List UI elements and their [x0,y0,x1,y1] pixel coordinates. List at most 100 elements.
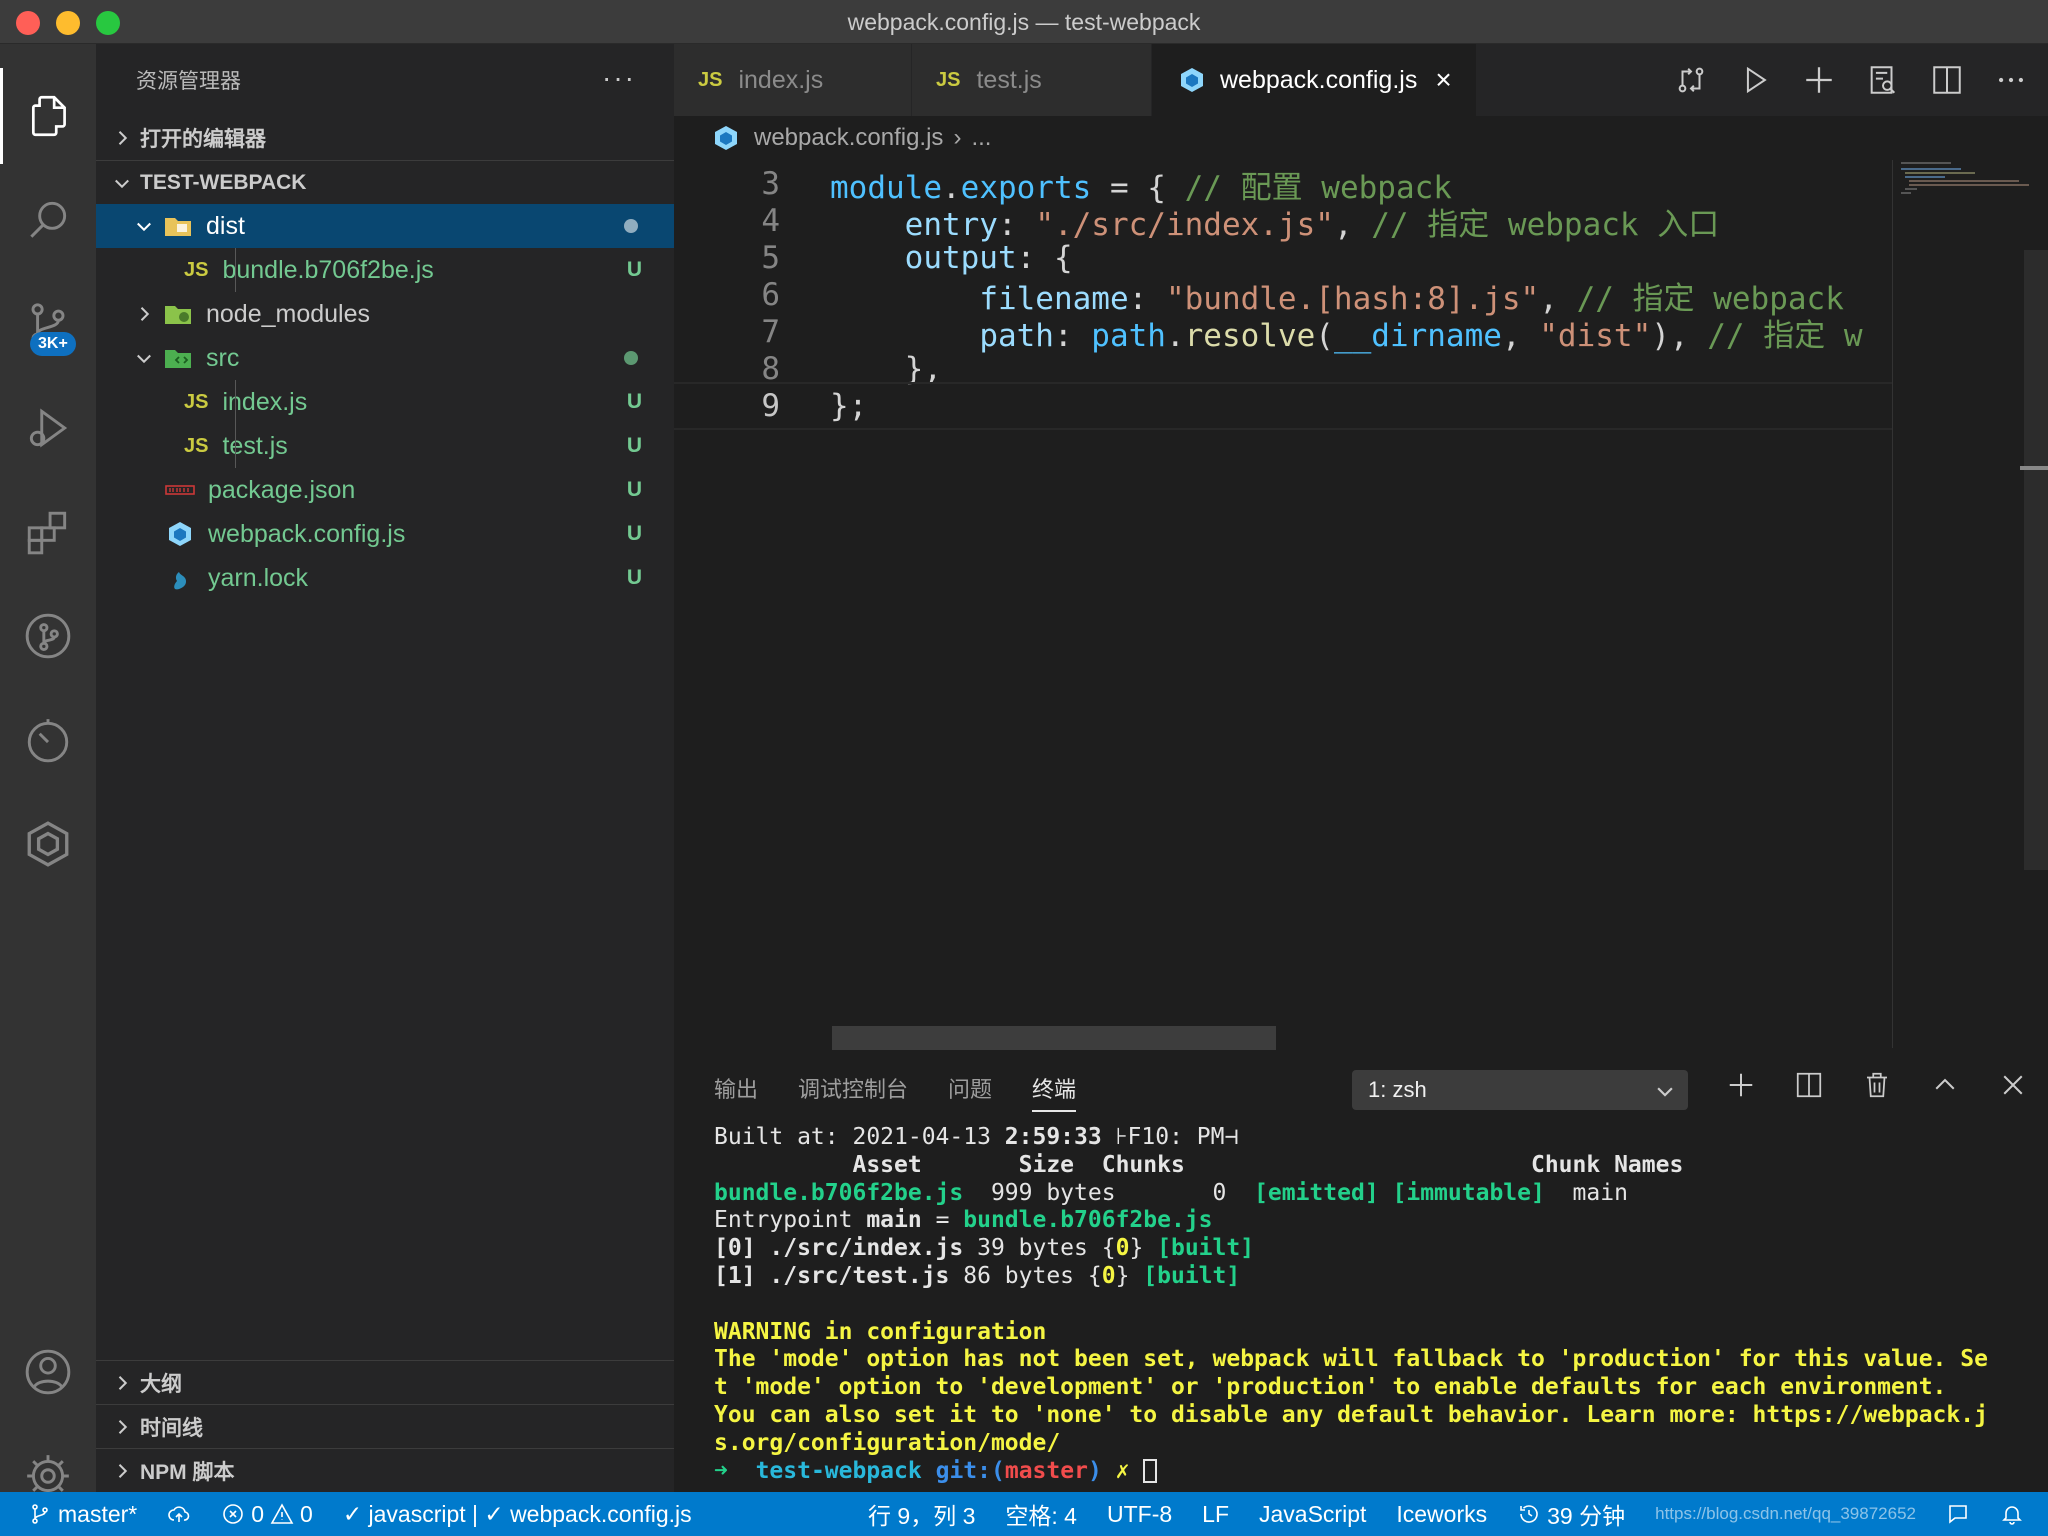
warning-count: 0 [300,1500,313,1527]
tree-item-node-modules[interactable]: node_modules [96,292,674,336]
horizontal-scrollbar-thumb[interactable] [832,1026,1276,1050]
terminal-text: } [1129,1235,1158,1262]
extensions-icon[interactable] [0,484,96,580]
terminal-line: bundle.b706f2be.js 999 bytes 0 [emitted]… [714,1180,2034,1208]
sidebar-bottom-sections: 大纲 时间线 NPM 脚本 [96,1360,674,1492]
split-editor-icon[interactable] [1930,63,1964,97]
outline-section[interactable]: 大纲 [96,1360,674,1404]
more-actions-icon[interactable] [1994,63,2028,97]
status-bar: master* 0 0 ✓ javascript | ✓ webpack.con… [0,1492,2048,1536]
terminal-line: Asset Size Chunks Chunk Names [714,1151,1684,1178]
window-title: webpack.config.js — test-webpack [847,9,1201,35]
tab-output[interactable]: 输出 [714,1072,758,1104]
open-preview-icon[interactable] [1866,63,1900,97]
project-section[interactable]: TEST-WEBPACK [96,160,674,204]
iceworks-icon[interactable] [0,796,96,892]
end-of-line[interactable]: LF [1202,1501,1229,1528]
open-editors-section[interactable]: 打开的编辑器 [96,116,674,160]
terminal-text: [built] [1143,1262,1241,1289]
problems-status[interactable]: 0 0 [221,1501,313,1528]
tree-item-dist[interactable]: dist [96,204,674,248]
terminal-text: ✗ [1115,1457,1130,1484]
tree-item-label: dist [206,211,245,240]
scrollbar-cursor-marker [2020,466,2048,470]
code-editor[interactable]: 3 module.exports = { // 配置 webpack 4 ent… [674,160,1892,1090]
git-graph-icon[interactable] [0,588,96,684]
explorer-icon[interactable] [0,68,96,164]
tab-terminal[interactable]: 终端 [1032,1072,1077,1112]
lint-status[interactable]: ✓ javascript | ✓ webpack.config.js [343,1501,692,1528]
more-actions-icon[interactable]: ··· [602,62,636,94]
minimap[interactable] [1892,160,2030,1048]
indentation[interactable]: 空格: 4 [1005,1497,1077,1531]
source-control-icon[interactable]: 3K+ [0,276,96,372]
activity-bar: 3K+ [0,44,96,1497]
terminal-text: main [1544,1179,1628,1206]
encoding[interactable]: UTF-8 [1107,1501,1172,1528]
run-debug-icon[interactable] [0,380,96,476]
terminal-line: t 'mode' option to 'development' or 'pro… [714,1374,1947,1401]
cursor-position[interactable]: 行 9，列 3 [868,1497,975,1531]
timeline-section[interactable]: 时间线 [96,1404,674,1448]
terminal-cursor [1143,1459,1158,1484]
terminal-text: [emitted] [immutable] [1254,1179,1545,1206]
watermark-text: https://blog.csdn.net/qq_39872652 [1655,1504,1916,1523]
tree-item-package-json[interactable]: package.json U [96,468,674,512]
tree-item-index-js[interactable]: JS index.js U [96,380,674,424]
tab-test-js[interactable]: JS test.js [912,44,1152,116]
tab-problems[interactable]: 问题 [948,1072,992,1104]
tree-item-bundle[interactable]: JS bundle.b706f2be.js U [96,248,674,292]
warning-icon [270,1503,294,1524]
error-icon [223,1504,244,1524]
webpack-icon [710,124,742,152]
search-icon[interactable] [0,172,96,268]
new-terminal-icon[interactable] [1726,1070,1756,1100]
tab-index-js[interactable]: JS index.js [674,44,912,116]
tree-item-label: yarn.lock [208,563,309,592]
tree-item-webpack-config[interactable]: webpack.config.js U [96,512,674,556]
feedback-icon[interactable] [1946,1502,1970,1526]
breadcrumb-symbol[interactable]: ... [971,124,991,152]
terminal-text: 39 bytes { [963,1235,1116,1262]
git-status-badge: U [626,390,642,413]
maximize-panel-icon[interactable] [1930,1070,1960,1100]
terminal-prompt-line: ➜ test-webpack git:(master) ✗ [714,1458,2034,1486]
language-mode[interactable]: JavaScript [1259,1501,1366,1528]
tab-debug-console[interactable]: 调试控制台 [798,1072,908,1104]
git-branch-icon [32,1504,48,1524]
tree-item-src[interactable]: src [96,336,674,380]
branch-status[interactable]: master* [28,1501,137,1528]
terminal-line: You can also set it to 'none' to disable… [714,1401,1988,1428]
timer-icon[interactable] [0,692,96,788]
terminal-select[interactable]: 1: zsh [1352,1070,1688,1110]
tab-webpack-config[interactable]: webpack.config.js × [1152,44,1477,116]
iceworks-status[interactable]: Iceworks [1396,1501,1487,1528]
minimap-preview [1901,162,2029,194]
notifications-bell-icon[interactable] [2000,1502,2024,1526]
close-panel-icon[interactable] [1998,1070,2028,1100]
terminal-text: 0 [1101,1262,1116,1289]
compare-changes-icon[interactable] [1674,63,1708,97]
git-status-badge: U [626,434,642,457]
terminal-line: [1] ./src/test.js 86 bytes {0} [built] [714,1263,2034,1291]
add-icon[interactable] [1802,63,1836,97]
npm-scripts-section[interactable]: NPM 脚本 [96,1448,674,1492]
run-icon[interactable] [1738,63,1772,97]
trash-icon[interactable] [1862,1070,1892,1100]
vertical-scrollbar[interactable] [2020,160,2048,1048]
breadcrumb-file[interactable]: webpack.config.js [754,124,943,152]
folder-dist-icon [162,212,194,240]
account-icon[interactable] [0,1324,96,1420]
time-tracker[interactable]: 39 分钟 [1517,1497,1625,1531]
close-tab-icon[interactable]: × [1435,64,1451,96]
terminal-text: Entrypoint [714,1207,867,1234]
explorer-header: 资源管理器 ··· [96,44,674,116]
terminal-text: 2:59:33 [1004,1124,1102,1150]
javascript-file-icon: JS [184,434,209,457]
tree-item-test-js[interactable]: JS test.js U [96,424,674,468]
terminal-output[interactable]: Built at: 2021-04-13 2:59:33 ⊦F10: PM⊣ A… [714,1124,2034,1485]
tree-item-yarn-lock[interactable]: yarn.lock U [96,556,674,600]
terminal-text: [1] ./src/test.js [714,1262,950,1289]
split-terminal-icon[interactable] [1794,1070,1824,1100]
sync-status[interactable] [167,1502,191,1526]
